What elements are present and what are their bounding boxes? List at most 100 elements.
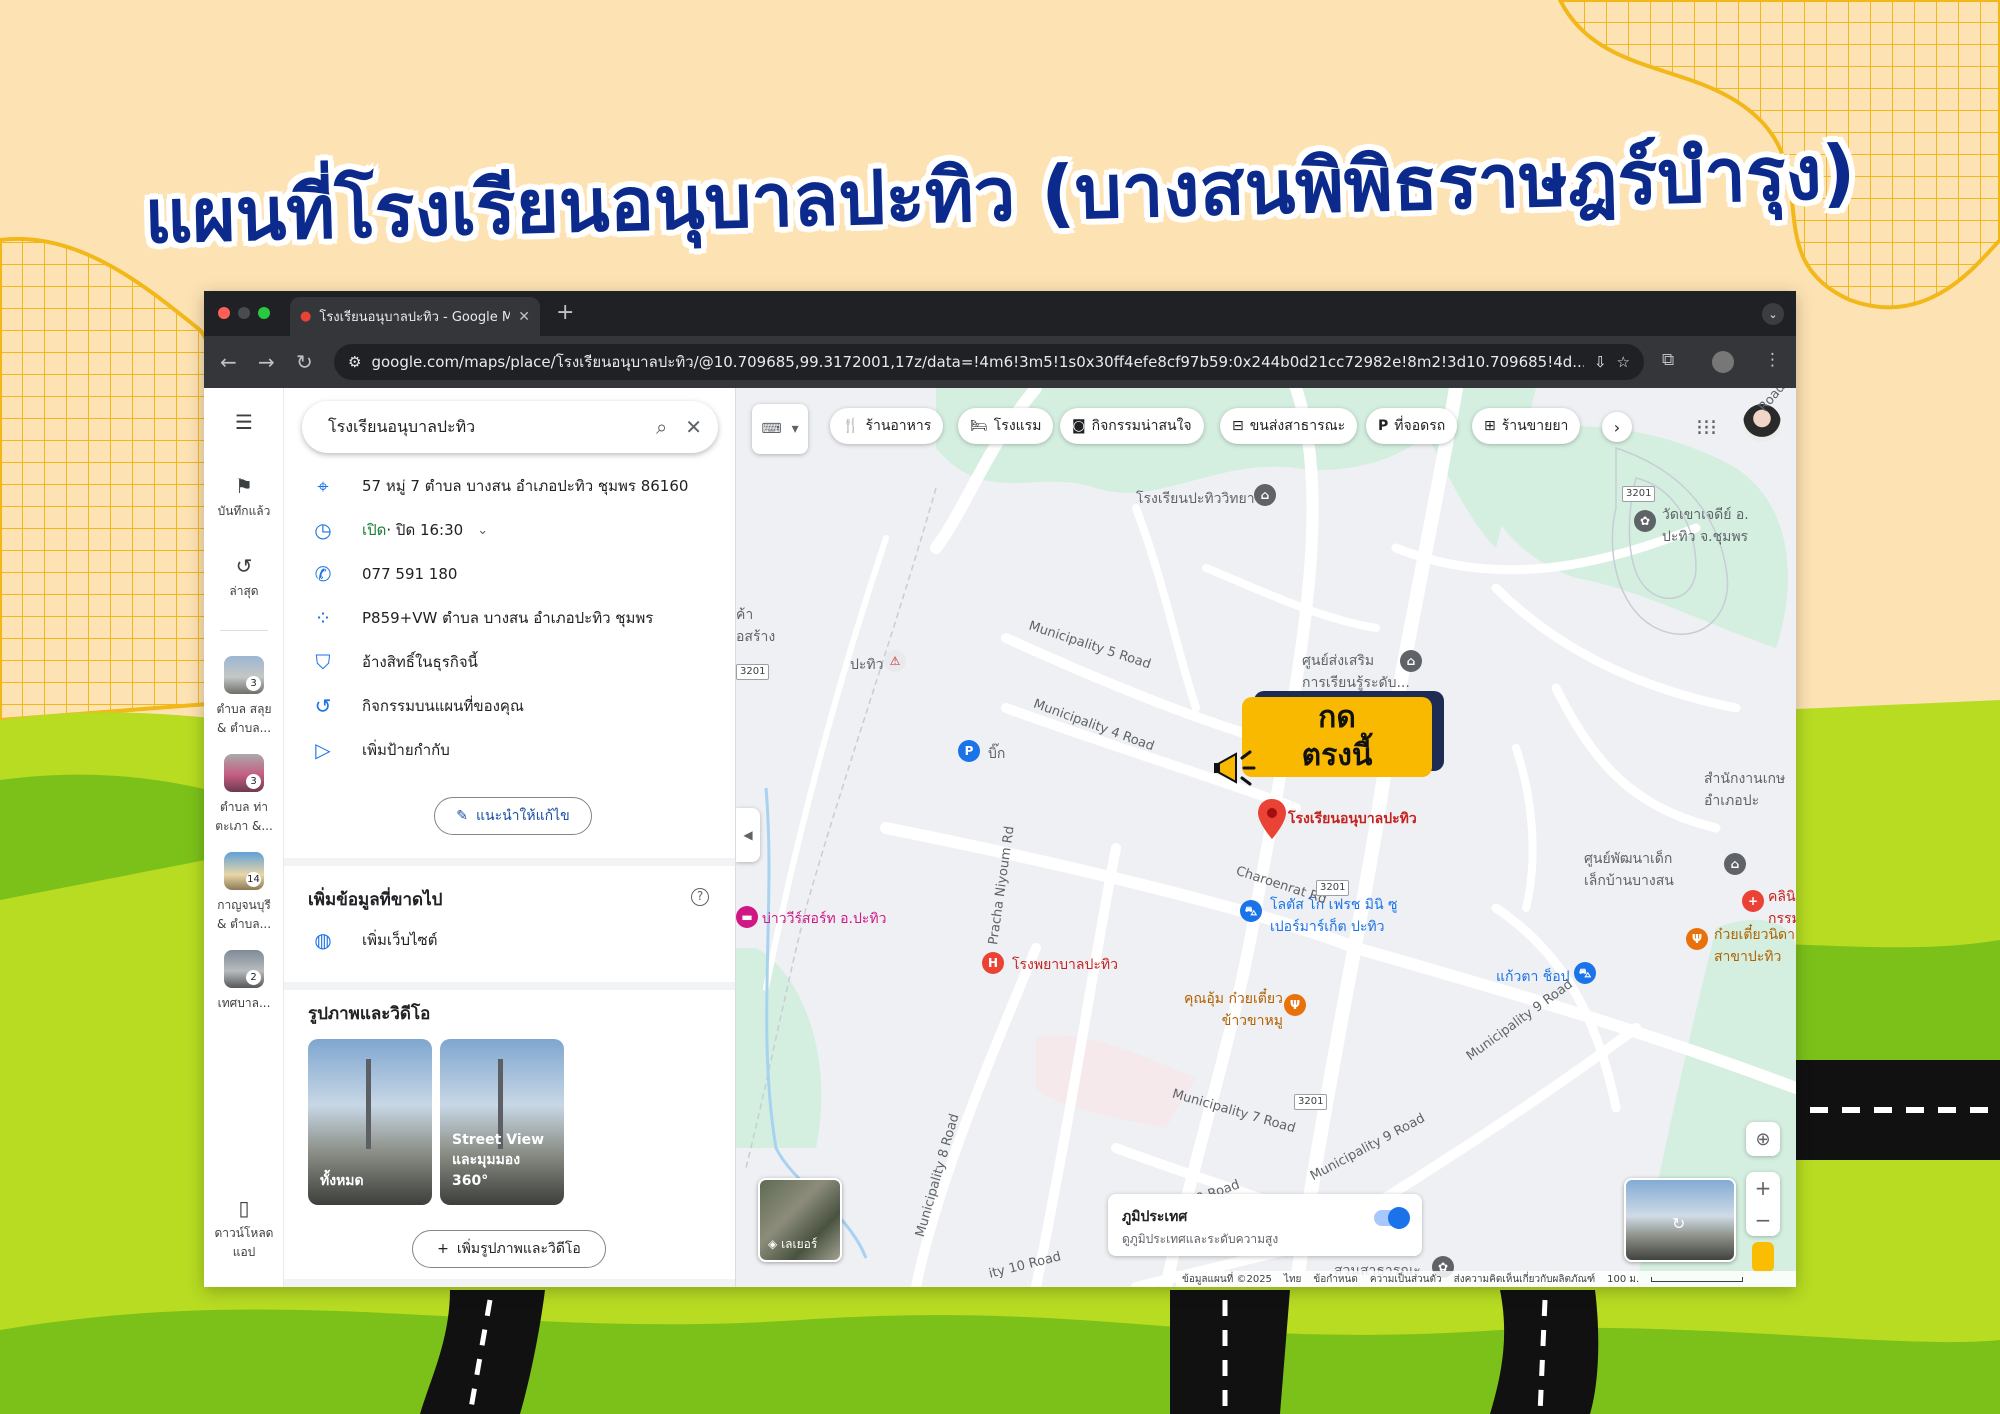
new-tab-icon[interactable]: + <box>556 300 574 325</box>
selected-place-label[interactable]: โรงเรียนอนุบาลปะทิว <box>1288 808 1417 830</box>
shopping-icon[interactable]: ⛍ <box>1240 900 1262 922</box>
maximize-window-button[interactable] <box>258 307 270 319</box>
chip-hotels[interactable]: 🛏 โรงแรม <box>958 408 1054 444</box>
activity-row[interactable]: ↺ กิจกรรมบนแผนที่ของคุณ <box>284 684 735 728</box>
back-icon[interactable]: ← <box>220 350 237 374</box>
input-tools-button[interactable]: ⌨ ▾ <box>752 404 808 454</box>
collapse-panel-button[interactable]: ◀ <box>736 808 760 862</box>
zoom-out-button[interactable]: − <box>1746 1204 1780 1236</box>
pencil-icon: ✎ <box>456 808 468 824</box>
browser-tab[interactable]: ● โรงเรียนอนุบาลปะทิว - Google M ✕ <box>290 297 540 336</box>
recent-place-3[interactable]: 14 กาญจนบุรี & ตำบล... <box>204 852 284 934</box>
menu-button[interactable]: ☰ <box>204 410 284 438</box>
map-label-district[interactable]: สำนักงานเกษ อำเภอปะ <box>1704 768 1785 812</box>
recent-place-2[interactable]: 3 ตำบล ท่า ตะเภา &... <box>204 754 284 836</box>
chevron-down-icon[interactable]: ⌄ <box>477 523 488 538</box>
map-label-hospital[interactable]: โรงพยาบาลปะทิว <box>1012 954 1118 976</box>
recent-place-4[interactable]: 2 เทศบาล... <box>204 950 284 1013</box>
saved-button[interactable]: ⚑ บันทึกแล้ว <box>204 474 284 521</box>
photo-street-view[interactable]: Street View และมุมมอง 360° <box>440 1039 564 1205</box>
map-canvas[interactable]: ⌨ ▾ 🍴 ร้านอาหาร 🛏 โรงแรม ◙ กิจกรรมน่าสนใจ ⊟… <box>736 388 1796 1287</box>
restaurant-poi-icon[interactable]: Ψ <box>1284 994 1306 1016</box>
terrain-subtitle: ดูภูมิประเทศและระดับความสูง <box>1122 1232 1279 1246</box>
close-tab-icon[interactable]: ✕ <box>518 309 530 325</box>
chip-pharmacy[interactable]: ⊞ ร้านขายยา <box>1472 408 1581 444</box>
map-label-school[interactable]: โรงเรียนปะทิววิทยา <box>1136 488 1255 510</box>
temple-icon[interactable]: ✿ <box>1634 510 1656 532</box>
pegman-icon[interactable] <box>1752 1242 1774 1272</box>
building-icon[interactable]: ⌂ <box>1400 650 1422 672</box>
map-label-temple[interactable]: วัดเขาเจดีย์ อ. ปะทิว จ.ชุมพร <box>1662 504 1749 548</box>
search-icon[interactable]: ⌕ <box>656 415 667 439</box>
school-icon[interactable]: ⌂ <box>1724 853 1746 875</box>
hotel-poi-icon[interactable]: ▬ <box>736 906 758 928</box>
claim-row[interactable]: ⛉ อ้างสิทธิ์ในธุรกิจนี้ <box>284 640 735 684</box>
address-bar[interactable]: ⚙ google.com/maps/place/โรงเรียนอนุบาลปะ… <box>334 344 1644 380</box>
maps-favicon-icon: ● <box>300 309 312 324</box>
chips-next-button[interactable]: › <box>1602 412 1632 442</box>
add-label-row[interactable]: ▷ เพิ่มป้ายกำกับ <box>284 728 735 772</box>
location-pin-icon: ⌖ <box>317 474 329 498</box>
privacy-link[interactable]: ความเป็นส่วนตัว <box>1370 1272 1442 1287</box>
terrain-toggle[interactable] <box>1374 1207 1410 1229</box>
terms-link[interactable]: ข้อกำหนด <box>1313 1272 1357 1287</box>
photo-all[interactable]: ทั้งหมด <box>308 1039 432 1205</box>
forward-icon[interactable]: → <box>258 350 275 374</box>
map-label-pathio[interactable]: ปะทิว <box>850 654 884 676</box>
map-label-store[interactable]: ค้า่อสร้าง <box>736 604 775 648</box>
plus-code-row[interactable]: ⁘ P859+VW ตำบล บางสน อำเภอปะทิว ชุมพร <box>284 596 735 640</box>
my-location-button[interactable]: ⊕ <box>1746 1122 1780 1156</box>
minimize-window-button[interactable] <box>238 307 250 319</box>
school-icon[interactable]: ⌂ <box>1254 484 1276 506</box>
shopping-icon[interactable]: ⛍ <box>1574 962 1596 984</box>
map-label-child-center[interactable]: ศูนย์พัฒนาเด็ก เล็กบ้านบางสน <box>1584 848 1674 892</box>
recent-place-1[interactable]: 3 ตำบล สลุย & ตำบล... <box>204 656 284 738</box>
selected-place-pin-icon[interactable] <box>1258 799 1286 839</box>
suggest-edit-button[interactable]: ✎ แนะนำให้แก้ไข <box>434 797 592 835</box>
recent-button[interactable]: ↺ ล่าสุด <box>204 554 284 601</box>
address-row[interactable]: ⌖ 57 หมู่ 7 ตำบล บางสน อำเภอปะทิว ชุมพร … <box>284 464 735 508</box>
street-view-thumbnail[interactable]: ↻ <box>1624 1178 1736 1262</box>
chip-transit[interactable]: ⊟ ขนส่งสาธารณะ <box>1220 408 1358 444</box>
section-divider <box>284 982 735 990</box>
map-label-noodle[interactable]: ก๋วยเตี๋ยวนิดา สาขาปะทิว <box>1714 924 1795 968</box>
hours-row[interactable]: ◷ เปิด · ปิด 16:30 ⌄ <box>284 508 735 552</box>
close-window-button[interactable] <box>218 307 230 319</box>
download-app-button[interactable]: ▯ ดาวน์โหลด แอป <box>204 1196 284 1262</box>
chip-restaurants[interactable]: 🍴 ร้านอาหาร <box>830 408 944 444</box>
map-label-big[interactable]: บิ๊ก <box>988 743 1005 765</box>
phone-row[interactable]: ✆ 077 591 180 <box>284 552 735 596</box>
clinic-icon[interactable]: + <box>1742 890 1764 912</box>
train-station-icon[interactable]: ⚠ <box>884 650 906 672</box>
add-photo-button[interactable]: + เพิ่มรูปภาพและวิดีโอ <box>412 1230 606 1268</box>
map-label-resort[interactable]: บ่าววีร์สอร์ท อ.ปะทิว <box>762 908 887 930</box>
terrain-toggle-card[interactable]: ภูมิประเทศ ดูภูมิประเทศและระดับความสูง <box>1108 1194 1422 1256</box>
profile-avatar[interactable] <box>1712 351 1734 373</box>
tab-search-icon[interactable]: ⌄ <box>1762 303 1784 325</box>
place-thumbnail: 3 <box>224 754 264 792</box>
feedback-link[interactable]: ส่งความคิดเห็นเกี่ยวกับผลิตภัณฑ์ <box>1454 1272 1596 1287</box>
extensions-icon[interactable]: ⧉ <box>1662 350 1674 370</box>
install-app-icon[interactable]: ⇩ <box>1594 353 1607 371</box>
clear-search-icon[interactable]: ✕ <box>685 415 702 439</box>
site-settings-icon[interactable]: ⚙ <box>348 353 361 371</box>
search-input[interactable]: โรงเรียนอนุบาลปะทิว <box>328 415 638 440</box>
google-apps-icon[interactable]: ⁝⁝⁝ <box>1696 416 1717 441</box>
chip-things-to-do[interactable]: ◙ กิจกรรมน่าสนใจ <box>1060 408 1204 444</box>
parking-poi-icon[interactable]: P <box>958 740 980 762</box>
hospital-icon[interactable]: H <box>982 952 1004 974</box>
layers-button[interactable]: ◈ เลเยอร์ <box>758 1178 842 1262</box>
map-label-learning-center[interactable]: ศูนย์ส่งเสริม การเรียนรู้ระดับ... <box>1302 650 1410 694</box>
reload-icon[interactable]: ↻ <box>296 350 313 374</box>
bookmark-star-icon[interactable]: ☆ <box>1617 353 1630 371</box>
restaurant-poi-icon[interactable]: Ψ <box>1686 928 1708 950</box>
map-label-khunum[interactable]: คุณอุ้ม ก๋วยเตี๋ยว ข้าวขาหมู <box>1184 988 1283 1032</box>
add-website-row[interactable]: ◍ เพิ่มเว็บไซต์ <box>284 918 735 962</box>
map-label-lotus[interactable]: โลตัส โก เฟรช มินิ ซู เปอร์มาร์เก็ต ปะทิว <box>1270 894 1398 938</box>
zoom-in-button[interactable]: + <box>1746 1172 1780 1204</box>
language-link[interactable]: ไทย <box>1284 1272 1301 1287</box>
browser-menu-icon[interactable]: ⋮ <box>1764 350 1781 370</box>
chip-parking[interactable]: P ที่จอดรถ <box>1366 408 1458 444</box>
help-icon[interactable]: ? <box>691 888 709 906</box>
search-box[interactable]: โรงเรียนอนุบาลปะทิว ⌕ ✕ <box>302 401 718 453</box>
